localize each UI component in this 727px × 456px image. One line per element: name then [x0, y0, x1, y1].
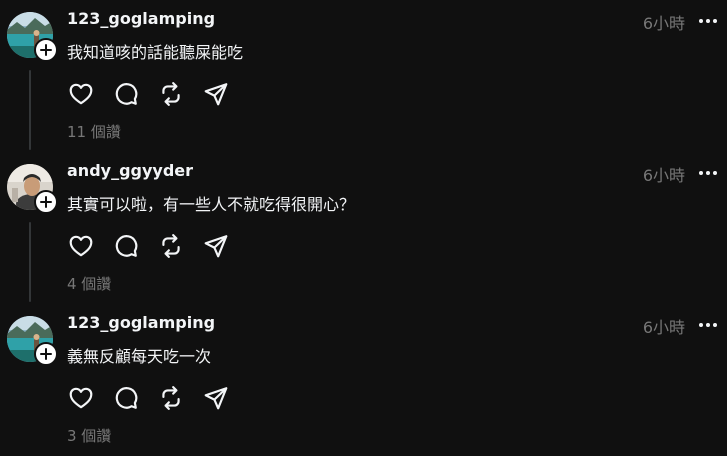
timestamp[interactable]: 6小時	[643, 10, 685, 34]
more-horizontal-icon	[699, 19, 703, 23]
repost-button[interactable]	[157, 232, 185, 260]
send-icon	[204, 83, 228, 106]
like-count[interactable]: 4 個讚	[67, 273, 111, 294]
action-bar	[67, 384, 247, 412]
more-options-button[interactable]	[699, 14, 717, 28]
send-icon	[204, 387, 228, 410]
like-count[interactable]: 11 個讚	[67, 121, 121, 142]
share-button[interactable]	[202, 80, 230, 108]
thread-line	[29, 70, 31, 150]
comment-text: 其實可以啦，有一些人不就吃得很開心？	[67, 195, 356, 214]
heart-icon	[69, 235, 93, 257]
more-horizontal-icon	[699, 323, 703, 327]
like-button[interactable]	[67, 80, 95, 108]
plus-icon	[40, 348, 52, 360]
repost-icon	[162, 234, 180, 258]
repost-button[interactable]	[157, 384, 185, 412]
reply-button[interactable]	[112, 232, 140, 260]
action-bar	[67, 80, 247, 108]
avatar[interactable]	[7, 164, 58, 214]
plus-icon	[40, 196, 52, 208]
comment-bubble-icon	[115, 83, 138, 105]
more-options-button[interactable]	[699, 318, 717, 332]
repost-icon	[162, 82, 180, 106]
more-horizontal-icon	[699, 171, 703, 175]
comment-text: 我知道咳的話能聽屎能吃	[67, 43, 244, 62]
follow-button[interactable]	[34, 342, 58, 366]
reply-button[interactable]	[112, 80, 140, 108]
like-button[interactable]	[67, 232, 95, 260]
share-button[interactable]	[202, 384, 230, 412]
repost-icon	[162, 386, 180, 410]
heart-icon	[69, 387, 93, 409]
follow-button[interactable]	[34, 190, 58, 214]
reply-button[interactable]	[112, 384, 140, 412]
comment-item: andy_ggyyder 6小時 其實可以啦，有一些人不就吃得很開心？ 4 個讚	[0, 152, 727, 304]
username[interactable]: 123_goglamping	[67, 9, 215, 28]
avatar[interactable]	[7, 316, 58, 366]
like-button[interactable]	[67, 384, 95, 412]
comment-bubble-icon	[115, 235, 138, 257]
comment-item: 123_goglamping 6小時 我知道咳的話能聽屎能吃 11 個讚	[0, 0, 727, 152]
username[interactable]: andy_ggyyder	[67, 161, 193, 180]
follow-button[interactable]	[34, 38, 58, 62]
timestamp[interactable]: 6小時	[643, 162, 685, 186]
plus-icon	[40, 44, 52, 56]
heart-icon	[69, 83, 93, 105]
repost-button[interactable]	[157, 80, 185, 108]
action-bar	[67, 232, 247, 260]
thread-line	[29, 222, 31, 302]
comment-bubble-icon	[115, 387, 138, 409]
like-count[interactable]: 3 個讚	[67, 425, 111, 446]
avatar[interactable]	[7, 12, 58, 62]
more-options-button[interactable]	[699, 166, 717, 180]
timestamp[interactable]: 6小時	[643, 314, 685, 338]
username[interactable]: 123_goglamping	[67, 313, 215, 332]
comment-item: 123_goglamping 6小時 義無反顧每天吃一次 3 個讚	[0, 304, 727, 456]
share-button[interactable]	[202, 232, 230, 260]
send-icon	[204, 235, 228, 258]
comment-text: 義無反顧每天吃一次	[67, 347, 212, 366]
